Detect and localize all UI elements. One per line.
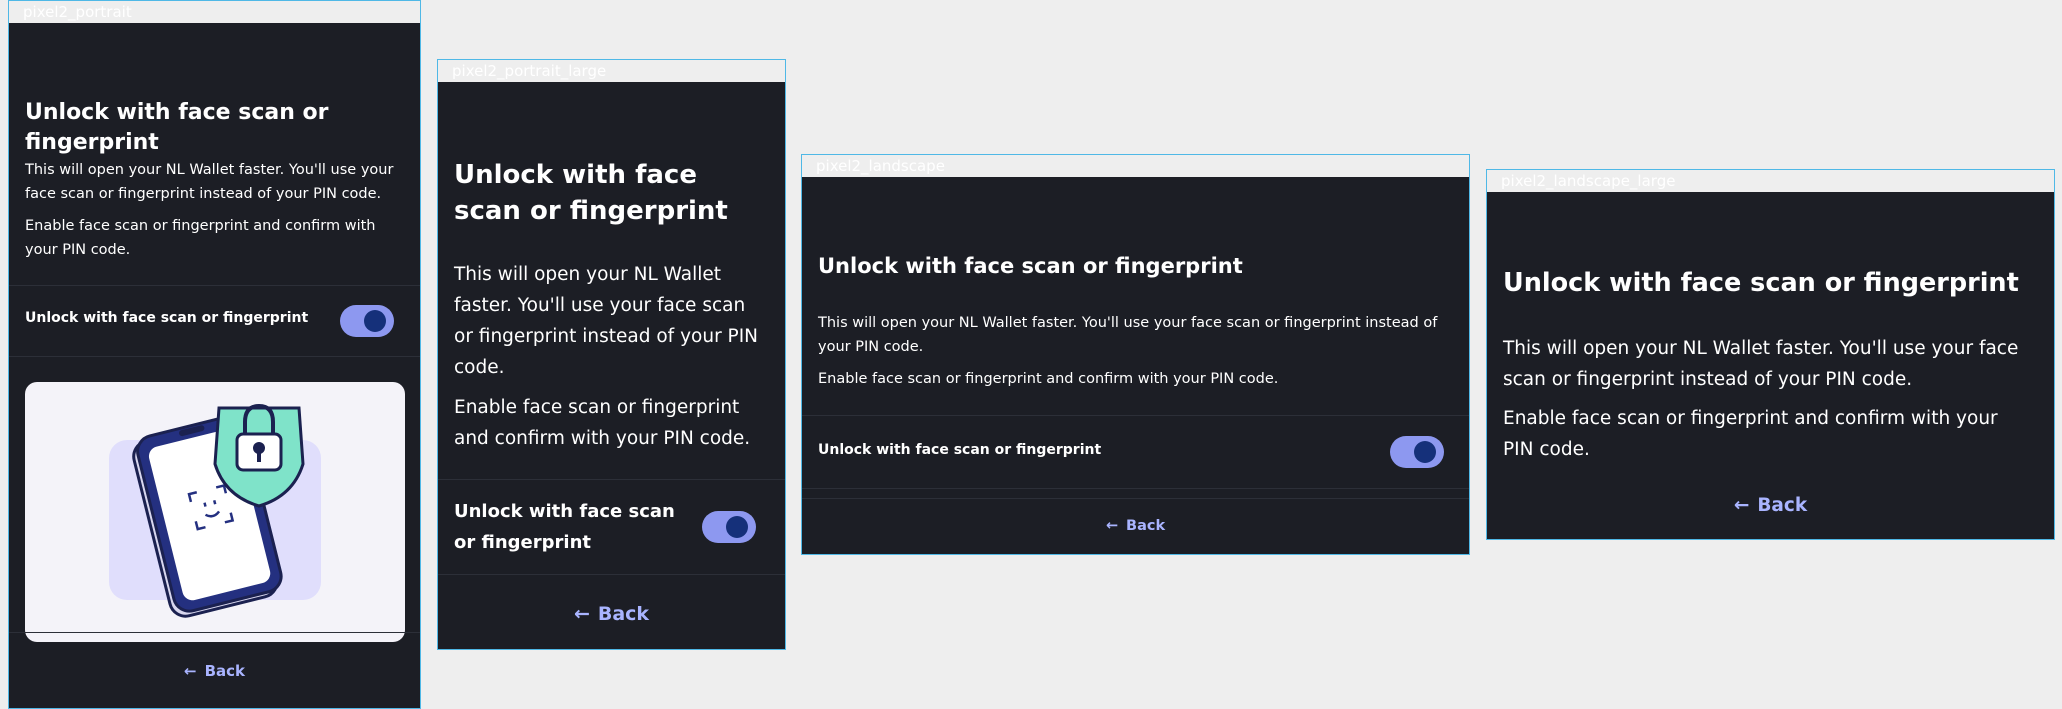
toggle-knob: [1414, 441, 1436, 463]
frame-label: pixel2_landscape_large: [1487, 170, 2054, 192]
page-title: Unlock with face scan or fingerprint: [1503, 268, 2019, 298]
back-label: Back: [204, 662, 245, 680]
back-label: Back: [1757, 495, 1808, 516]
instruction-text: Enable face scan or fingerprint and conf…: [454, 397, 751, 449]
divider: [9, 632, 420, 633]
biometric-toggle-row[interactable]: Unlock with face scan or fingerprint: [9, 286, 420, 356]
page-title: Unlock with face scan or fingerprint: [818, 254, 1243, 278]
toggle-label: Unlock with face scan or fingerprint: [454, 501, 675, 553]
toggle-label: Unlock with face scan or fingerprint: [818, 442, 1102, 458]
arrow-left-icon: ←: [1105, 518, 1119, 534]
biometric-toggle-row[interactable]: Unlock with face scan or fingerprint: [438, 480, 785, 574]
description-text: This will open your NL Wallet faster. Yo…: [1503, 338, 2019, 390]
page-title: Unlock with face scan or fingerprint: [25, 100, 329, 155]
toggle-label: Unlock with face scan or fingerprint: [25, 310, 309, 326]
arrow-left-icon: ←: [183, 662, 197, 680]
description-text: This will open your NL Wallet faster. Yo…: [454, 264, 759, 378]
back-button[interactable]: ← Back: [1487, 495, 2054, 516]
instruction-text: Enable face scan or fingerprint and conf…: [25, 218, 376, 258]
description-text: This will open your NL Wallet faster. Yo…: [25, 162, 394, 202]
instruction-text: Enable face scan or fingerprint and conf…: [1503, 408, 1998, 460]
frame-pixel2-portrait-large: pixel2_portrait_large Unlock with face s…: [437, 59, 786, 650]
back-label: Back: [1126, 518, 1166, 534]
biometric-toggle[interactable]: [1390, 436, 1444, 468]
frame-pixel2-landscape: pixel2_landscape Unlock with face scan o…: [801, 154, 1470, 555]
divider: [9, 356, 420, 357]
back-button[interactable]: ← Back: [802, 518, 1469, 534]
divider: [438, 574, 785, 575]
instruction-text: Enable face scan or fingerprint and conf…: [818, 371, 1279, 387]
divider: [802, 488, 1469, 489]
biometric-toggle[interactable]: [702, 511, 756, 543]
arrow-left-icon: ←: [1733, 495, 1750, 516]
frame-label: pixel2_portrait: [9, 1, 420, 23]
frame-label: pixel2_landscape: [802, 155, 1469, 177]
biometric-toggle-row[interactable]: Unlock with face scan or fingerprint: [802, 416, 1469, 488]
frame-pixel2-portrait: pixel2_portrait Unlock with face scan or…: [8, 0, 421, 709]
divider: [802, 498, 1469, 499]
toggle-knob: [726, 516, 748, 538]
back-button[interactable]: ← Back: [438, 603, 785, 625]
back-label: Back: [597, 603, 650, 625]
toggle-knob: [364, 310, 386, 332]
page-title: Unlock with face scan or fingerprint: [454, 160, 728, 226]
biometric-toggle[interactable]: [340, 305, 394, 337]
face-scan-icon: [109, 403, 321, 618]
biometric-illustration: [25, 382, 405, 642]
arrow-left-icon: ←: [573, 603, 590, 625]
description-text: This will open your NL Wallet faster. Yo…: [818, 315, 1438, 355]
back-button[interactable]: ← Back: [9, 662, 420, 680]
frame-label: pixel2_portrait_large: [438, 60, 785, 82]
frame-pixel2-landscape-large: pixel2_landscape_large Unlock with face …: [1486, 169, 2055, 540]
